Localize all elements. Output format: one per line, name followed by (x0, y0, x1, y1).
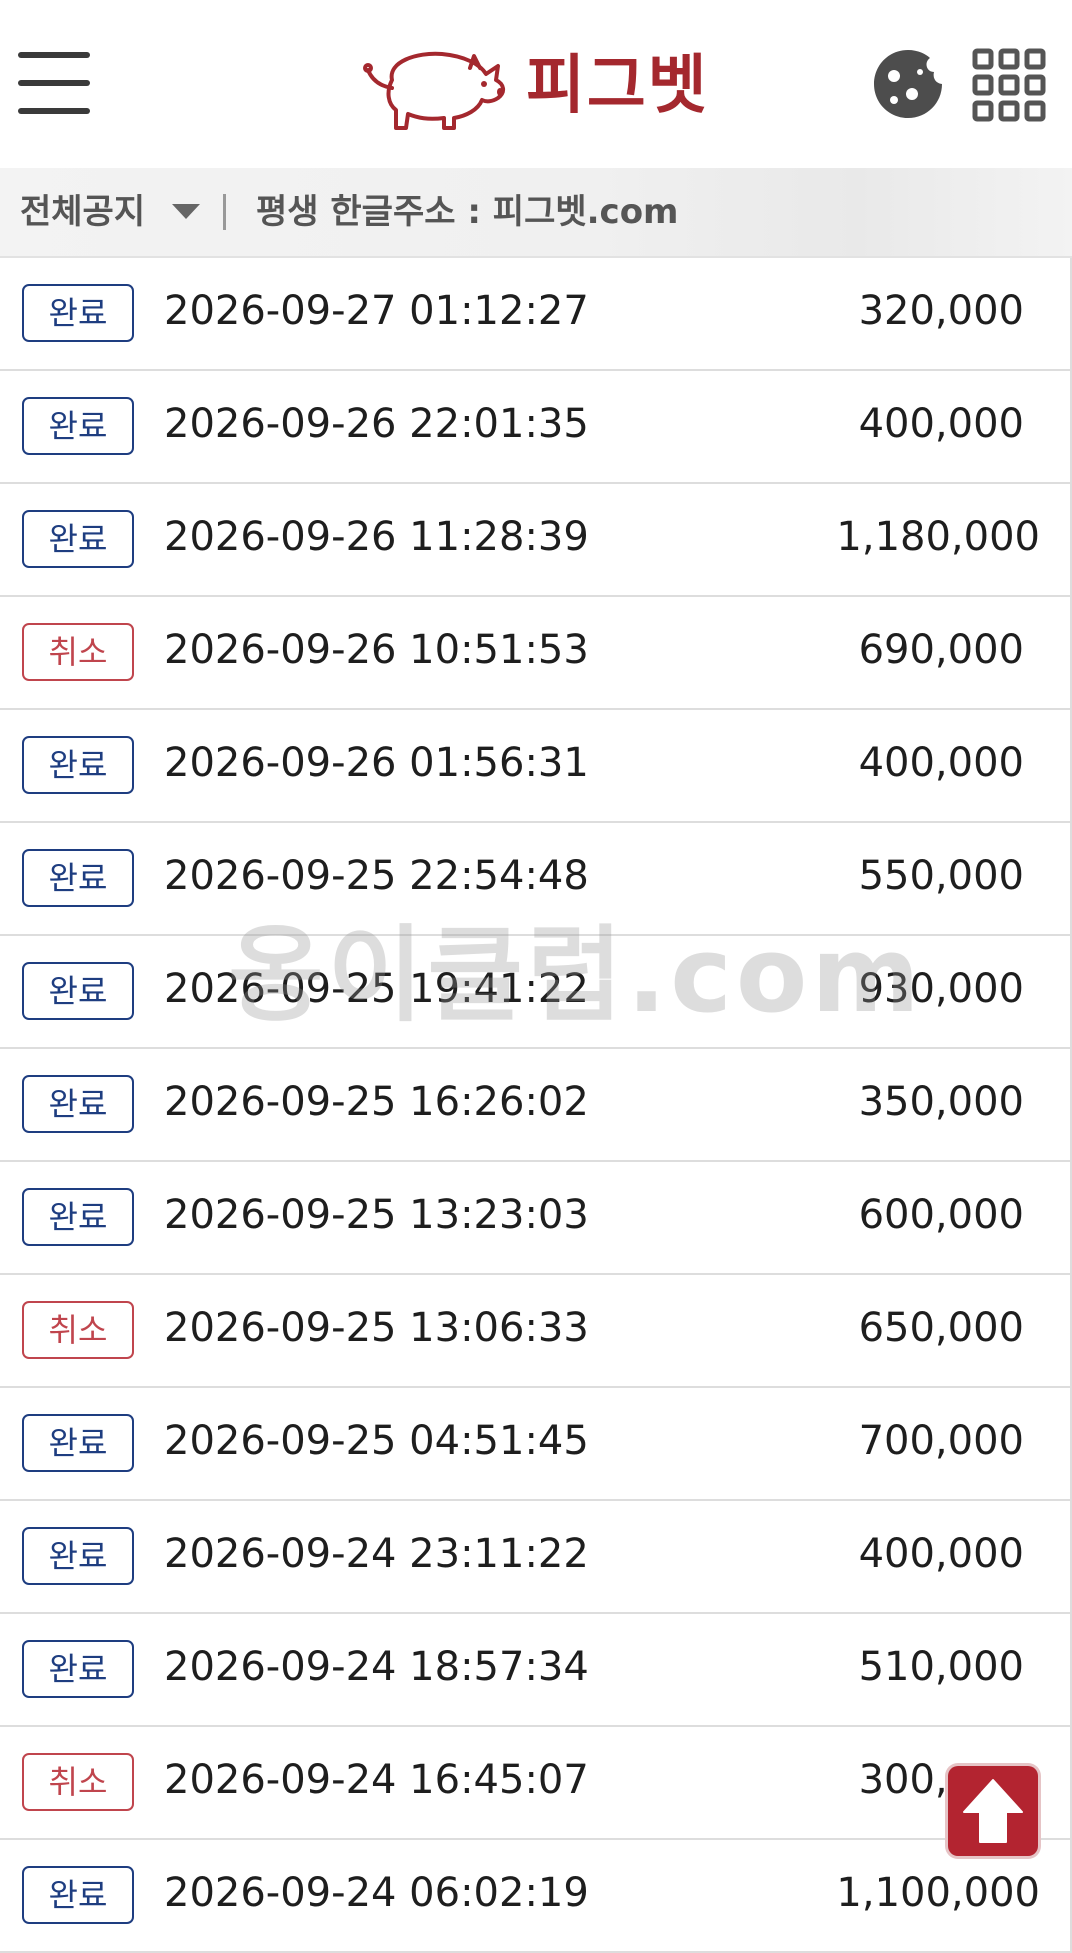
notice-divider (223, 194, 226, 230)
row-amount: 400,000 (858, 1531, 1024, 1577)
row-amount: 1,100,000 (836, 1870, 1040, 1916)
row-amount: 700,000 (858, 1418, 1024, 1464)
list-item[interactable]: 취소 2026-09-26 10:51:53 690,000 (0, 597, 1072, 710)
brand-name: 피그벳 (526, 49, 709, 123)
list-item[interactable]: 완료 2026-09-26 01:56:31 400,000 (0, 710, 1072, 823)
status-badge: 취소 (22, 623, 134, 681)
status-badge: 취소 (22, 1753, 134, 1811)
row-datetime: 2026-09-26 01:56:31 (164, 740, 589, 786)
list-item[interactable]: 취소 2026-09-25 13:06:33 650,000 (0, 1275, 1072, 1388)
row-amount: 650,000 (858, 1305, 1024, 1351)
list-item[interactable]: 완료 2026-09-25 04:51:45 700,000 (0, 1388, 1072, 1501)
row-datetime: 2026-09-24 06:02:19 (164, 1870, 589, 1916)
transaction-list: 완료 2026-09-27 01:12:27 320,000 완료 2026-0… (0, 258, 1072, 1953)
status-badge: 완료 (22, 397, 134, 455)
row-datetime: 2026-09-25 13:23:03 (164, 1192, 589, 1238)
row-datetime: 2026-09-26 22:01:35 (164, 401, 589, 447)
row-datetime: 2026-09-25 13:06:33 (164, 1305, 589, 1351)
row-datetime: 2026-09-27 01:12:27 (164, 288, 589, 334)
app-header: 피그벳 (0, 0, 1072, 168)
pig-logo-icon (363, 51, 505, 130)
status-badge: 취소 (22, 1301, 134, 1359)
brand-logo[interactable]: 피그벳 (358, 40, 714, 132)
row-datetime: 2026-09-25 22:54:48 (164, 853, 589, 899)
status-badge: 완료 (22, 1414, 134, 1472)
notice-text[interactable]: 평생 한글주소 : 피그벳.com (256, 190, 678, 234)
list-item[interactable]: 완료 2026-09-25 22:54:48 550,000 (0, 823, 1072, 936)
row-amount: 400,000 (858, 401, 1024, 447)
row-amount: 1,180,000 (836, 514, 1040, 560)
notice-category-dropdown[interactable]: 전체공지 (20, 190, 145, 234)
status-badge: 완료 (22, 962, 134, 1020)
row-amount: 320,000 (858, 288, 1024, 334)
status-badge: 완료 (22, 736, 134, 794)
caret-down-icon[interactable] (172, 204, 200, 219)
status-badge: 완료 (22, 1075, 134, 1133)
list-item[interactable]: 완료 2026-09-25 13:23:03 600,000 (0, 1162, 1072, 1275)
arrow-up-icon (963, 1779, 1023, 1843)
row-datetime: 2026-09-25 04:51:45 (164, 1418, 589, 1464)
list-item[interactable]: 완료 2026-09-24 18:57:34 510,000 (0, 1614, 1072, 1727)
status-badge: 완료 (22, 849, 134, 907)
row-amount: 350,000 (858, 1079, 1024, 1125)
row-amount: 400,000 (858, 740, 1024, 786)
list-item[interactable]: 완료 2026-09-25 19:41:22 930,000 (0, 936, 1072, 1049)
row-amount: 600,000 (858, 1192, 1024, 1238)
row-datetime: 2026-09-25 16:26:02 (164, 1079, 589, 1125)
row-datetime: 2026-09-24 16:45:07 (164, 1757, 589, 1803)
row-datetime: 2026-09-26 11:28:39 (164, 514, 589, 560)
hamburger-menu-icon[interactable] (18, 50, 92, 116)
status-badge: 완료 (22, 1188, 134, 1246)
row-amount: 510,000 (858, 1644, 1024, 1690)
status-badge: 완료 (22, 1640, 134, 1698)
list-item[interactable]: 완료 2026-09-26 22:01:35 400,000 (0, 371, 1072, 484)
list-item[interactable]: 취소 2026-09-24 16:45:07 300,000 (0, 1727, 1072, 1840)
list-item[interactable]: 완료 2026-09-24 23:11:22 400,000 (0, 1501, 1072, 1614)
row-datetime: 2026-09-25 19:41:22 (164, 966, 589, 1012)
row-amount: 550,000 (858, 853, 1024, 899)
row-datetime: 2026-09-24 23:11:22 (164, 1531, 589, 1577)
list-item[interactable]: 완료 2026-09-25 16:26:02 350,000 (0, 1049, 1072, 1162)
cookie-icon[interactable] (872, 48, 944, 120)
notice-bar: 전체공지 평생 한글주소 : 피그벳.com (0, 168, 1072, 258)
status-badge: 완료 (22, 284, 134, 342)
row-datetime: 2026-09-24 18:57:34 (164, 1644, 589, 1690)
status-badge: 완료 (22, 1527, 134, 1585)
row-datetime: 2026-09-26 10:51:53 (164, 627, 589, 673)
grid-apps-icon[interactable] (972, 48, 1046, 122)
row-amount: 690,000 (858, 627, 1024, 673)
row-amount: 930,000 (858, 966, 1024, 1012)
status-badge: 완료 (22, 510, 134, 568)
scroll-to-top-button[interactable] (948, 1766, 1038, 1856)
status-badge: 완료 (22, 1866, 134, 1924)
list-item[interactable]: 완료 2026-09-26 11:28:39 1,180,000 (0, 484, 1072, 597)
list-item[interactable]: 완료 2026-09-24 06:02:19 1,100,000 (0, 1840, 1072, 1953)
list-item[interactable]: 완료 2026-09-27 01:12:27 320,000 (0, 258, 1072, 371)
